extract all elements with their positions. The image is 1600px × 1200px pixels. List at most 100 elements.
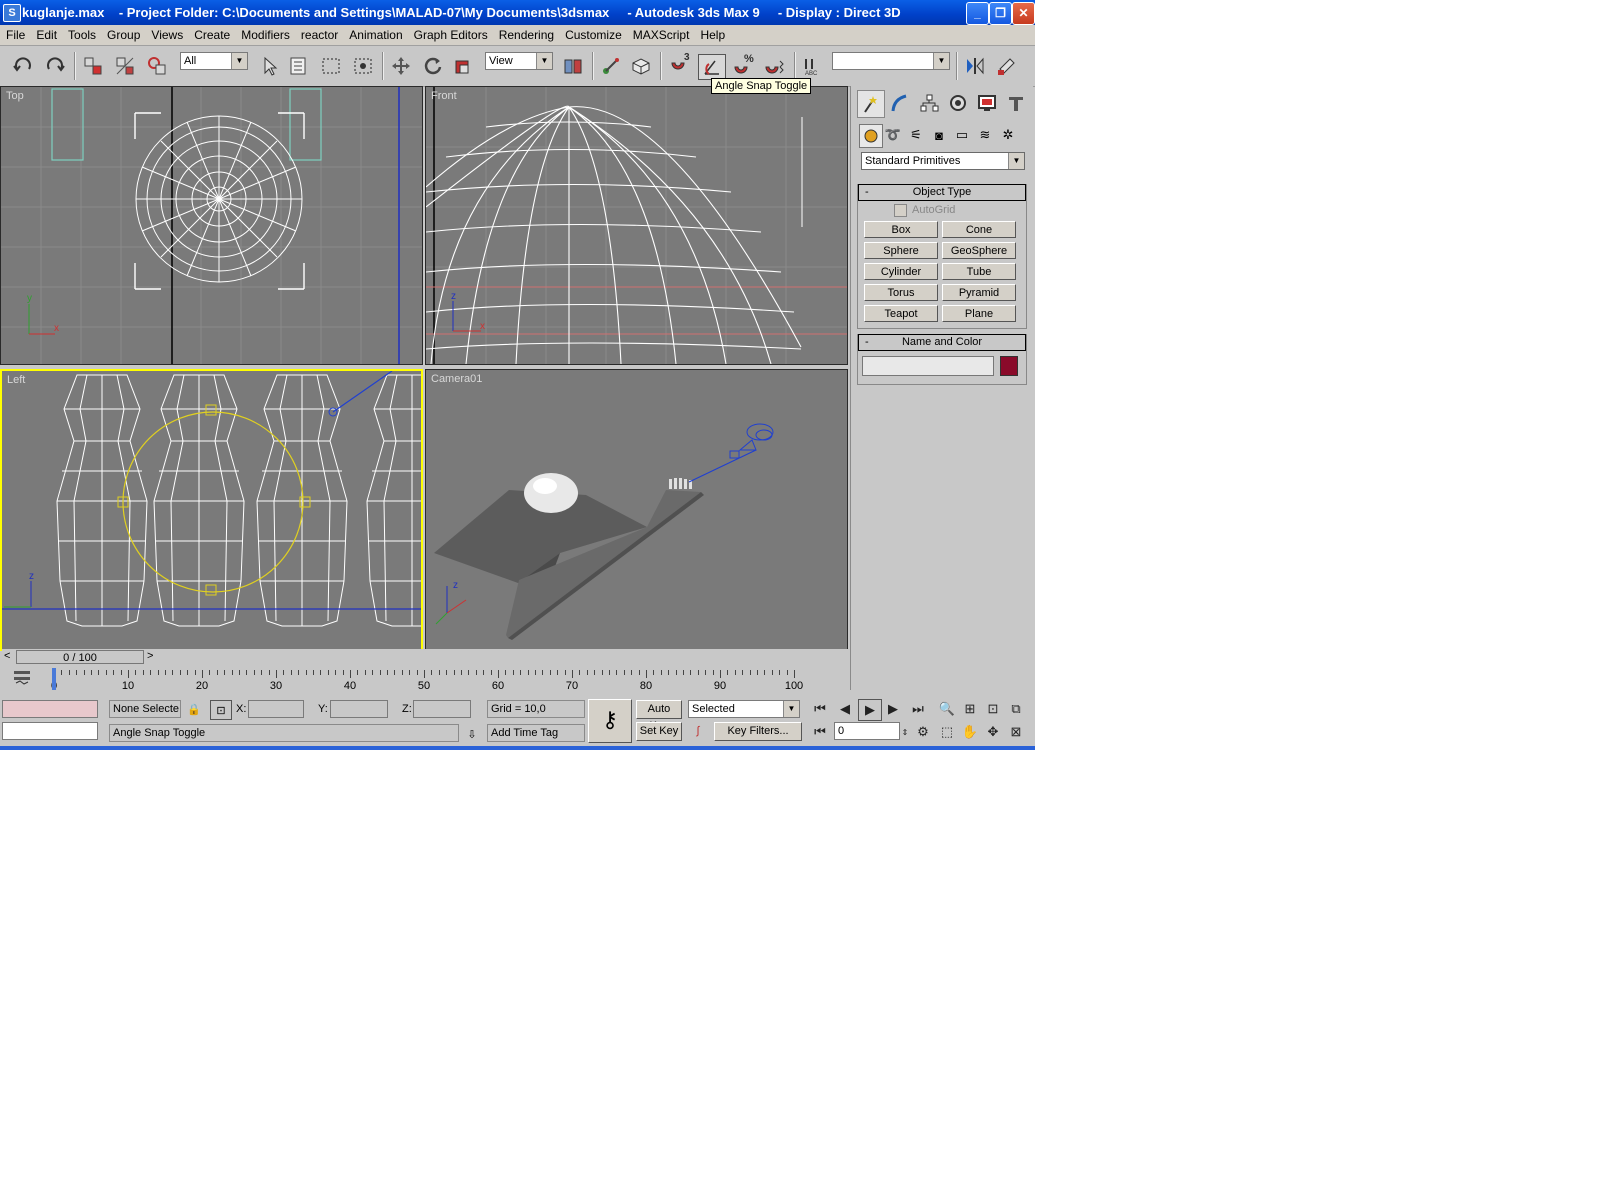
object-color-swatch[interactable] (1000, 356, 1018, 376)
keyboard-shortcut-override-icon[interactable] (628, 54, 654, 78)
unlink-selection-icon[interactable] (112, 54, 138, 78)
menu-graph-editors[interactable]: Graph Editors (408, 25, 493, 42)
space-warps-category-icon[interactable]: ≋ (974, 124, 996, 146)
time-slider-prev-button[interactable]: < (4, 650, 10, 662)
zoom-all-icon[interactable]: ⊞ (959, 699, 981, 719)
bind-to-space-warp-icon[interactable] (144, 54, 170, 78)
teapot-button[interactable]: Teapot (864, 305, 938, 322)
box-button[interactable]: Box (864, 221, 938, 238)
viewport-label-top[interactable]: Top (6, 90, 24, 102)
maximize-viewport-toggle-icon[interactable]: ⊠ (1005, 722, 1027, 742)
display-tab-icon[interactable] (974, 90, 1000, 116)
key-mode-dropdown[interactable]: Selected ▼ (688, 700, 800, 718)
menu-rendering[interactable]: Rendering (493, 25, 559, 42)
align-icon[interactable] (994, 54, 1020, 78)
menu-maxscript[interactable]: MAXScript (627, 25, 695, 42)
snaps-toggle-icon[interactable]: 3 (666, 52, 692, 78)
absolute-mode-transform-icon[interactable]: ⊡ (210, 700, 232, 720)
maximize-button[interactable]: ❐ (989, 2, 1012, 25)
frame-spinner-icon[interactable]: ⇕ (900, 722, 910, 742)
shapes-category-icon[interactable]: ➰ (882, 124, 904, 146)
spinner-snap-toggle-icon[interactable] (762, 54, 788, 78)
modify-tab-icon[interactable] (887, 90, 913, 116)
track-bar[interactable]: 0102030405060708090100 (0, 666, 850, 694)
pyramid-button[interactable]: Pyramid (942, 284, 1016, 301)
next-frame-icon[interactable]: ▶ (882, 699, 904, 719)
minimize-button[interactable]: _ (966, 2, 989, 25)
window-crossing-icon[interactable] (350, 54, 376, 78)
time-slider[interactable]: < 0 / 100 > (2, 649, 848, 665)
viewport-camera[interactable]: z Camera01 (425, 369, 848, 651)
x-coordinate-field[interactable] (248, 700, 304, 718)
percent-snap-toggle-icon[interactable]: % (730, 53, 756, 78)
cylinder-button[interactable]: Cylinder (864, 263, 938, 280)
3dsmax-logo-icon[interactable]: S (3, 4, 21, 22)
maxscript-listener-mini[interactable] (2, 700, 98, 718)
menu-edit[interactable]: Edit (30, 25, 62, 42)
menu-group[interactable]: Group (101, 25, 145, 42)
systems-category-icon[interactable]: ✲ (997, 124, 1019, 146)
zoom-icon[interactable]: 🔍 (936, 699, 958, 719)
redo-icon[interactable] (42, 54, 68, 78)
lights-category-icon[interactable]: ⚟ (905, 124, 927, 146)
cone-button[interactable]: Cone (942, 221, 1016, 238)
set-key-button[interactable]: Set Key (636, 722, 682, 741)
go-to-start-icon[interactable]: ⏮ (809, 699, 831, 719)
geosphere-button[interactable]: GeoSphere (942, 242, 1016, 259)
viewport-top[interactable]: y x Top (0, 86, 423, 365)
previous-frame-icon[interactable]: ◀ (834, 699, 856, 719)
select-object-icon[interactable] (256, 54, 282, 78)
viewport-label-front[interactable]: Front (431, 90, 457, 102)
geometry-category-icon[interactable] (859, 124, 883, 148)
key-filters-button[interactable]: Key Filters... (714, 722, 802, 741)
tube-button[interactable]: Tube (942, 263, 1016, 280)
select-and-move-icon[interactable] (388, 54, 414, 78)
go-to-end-icon[interactable]: ⏭ (907, 699, 929, 719)
add-time-tag-button[interactable]: Add Time Tag (487, 724, 585, 742)
time-tag-icon[interactable]: ⇩ (462, 725, 482, 743)
utilities-tab-icon[interactable] (1003, 90, 1029, 116)
angle-snap-toggle-icon[interactable] (698, 54, 726, 80)
y-coordinate-field[interactable] (330, 700, 388, 718)
object-name-field[interactable] (862, 356, 994, 376)
play-icon[interactable]: ▶ (858, 699, 882, 721)
hierarchy-tab-icon[interactable] (916, 90, 942, 116)
object-type-header[interactable]: - Object Type (858, 184, 1026, 201)
time-slider-next-button[interactable]: > (147, 650, 153, 662)
arc-rotate-icon[interactable]: ✥ (982, 722, 1004, 742)
helpers-category-icon[interactable]: ▭ (951, 124, 973, 146)
mirror-icon[interactable] (962, 54, 988, 78)
menu-modifiers[interactable]: Modifiers (235, 25, 295, 42)
close-button[interactable]: ✕ (1012, 2, 1035, 25)
menu-file[interactable]: File (0, 25, 30, 42)
rectangular-selection-region-icon[interactable] (318, 54, 344, 78)
menu-animation[interactable]: Animation (343, 25, 407, 42)
motion-tab-icon[interactable] (945, 90, 971, 116)
menu-help[interactable]: Help (694, 25, 730, 42)
viewport-label-camera[interactable]: Camera01 (431, 373, 482, 385)
undo-icon[interactable] (10, 54, 36, 78)
autogrid-checkbox[interactable] (894, 204, 907, 217)
key-mode-toggle-icon[interactable]: ⏮ (809, 722, 831, 742)
viewport-front[interactable]: z x Front (425, 86, 848, 365)
object-category-dropdown[interactable]: Standard Primitives ▼ (861, 152, 1025, 170)
plane-button[interactable]: Plane (942, 305, 1016, 322)
zoom-extents-all-icon[interactable]: ⧉ (1005, 699, 1027, 719)
set-key-big-button[interactable]: ⚷ (588, 699, 632, 743)
pan-view-icon[interactable]: ✋ (959, 722, 981, 742)
maxscript-listener-output[interactable] (2, 722, 98, 740)
select-and-manipulate-icon[interactable] (598, 54, 624, 78)
menu-reactor[interactable]: reactor (295, 25, 343, 42)
lock-icon[interactable]: 🔒 (184, 700, 204, 718)
menu-tools[interactable]: Tools (62, 25, 101, 42)
edit-named-selection-sets-icon[interactable]: ABC (800, 54, 826, 78)
time-slider-thumb[interactable]: 0 / 100 (16, 650, 144, 664)
current-frame-field[interactable]: 0 (834, 722, 900, 740)
menu-views[interactable]: Views (145, 25, 188, 42)
open-mini-curve-editor-icon[interactable] (12, 669, 32, 687)
name-and-color-header[interactable]: - Name and Color (858, 334, 1026, 351)
named-selection-sets-dropdown[interactable]: ▼ (832, 52, 950, 70)
zoom-region-icon[interactable]: ⬚ (936, 722, 958, 742)
torus-button[interactable]: Torus (864, 284, 938, 301)
use-pivot-point-center-icon[interactable] (560, 54, 586, 78)
